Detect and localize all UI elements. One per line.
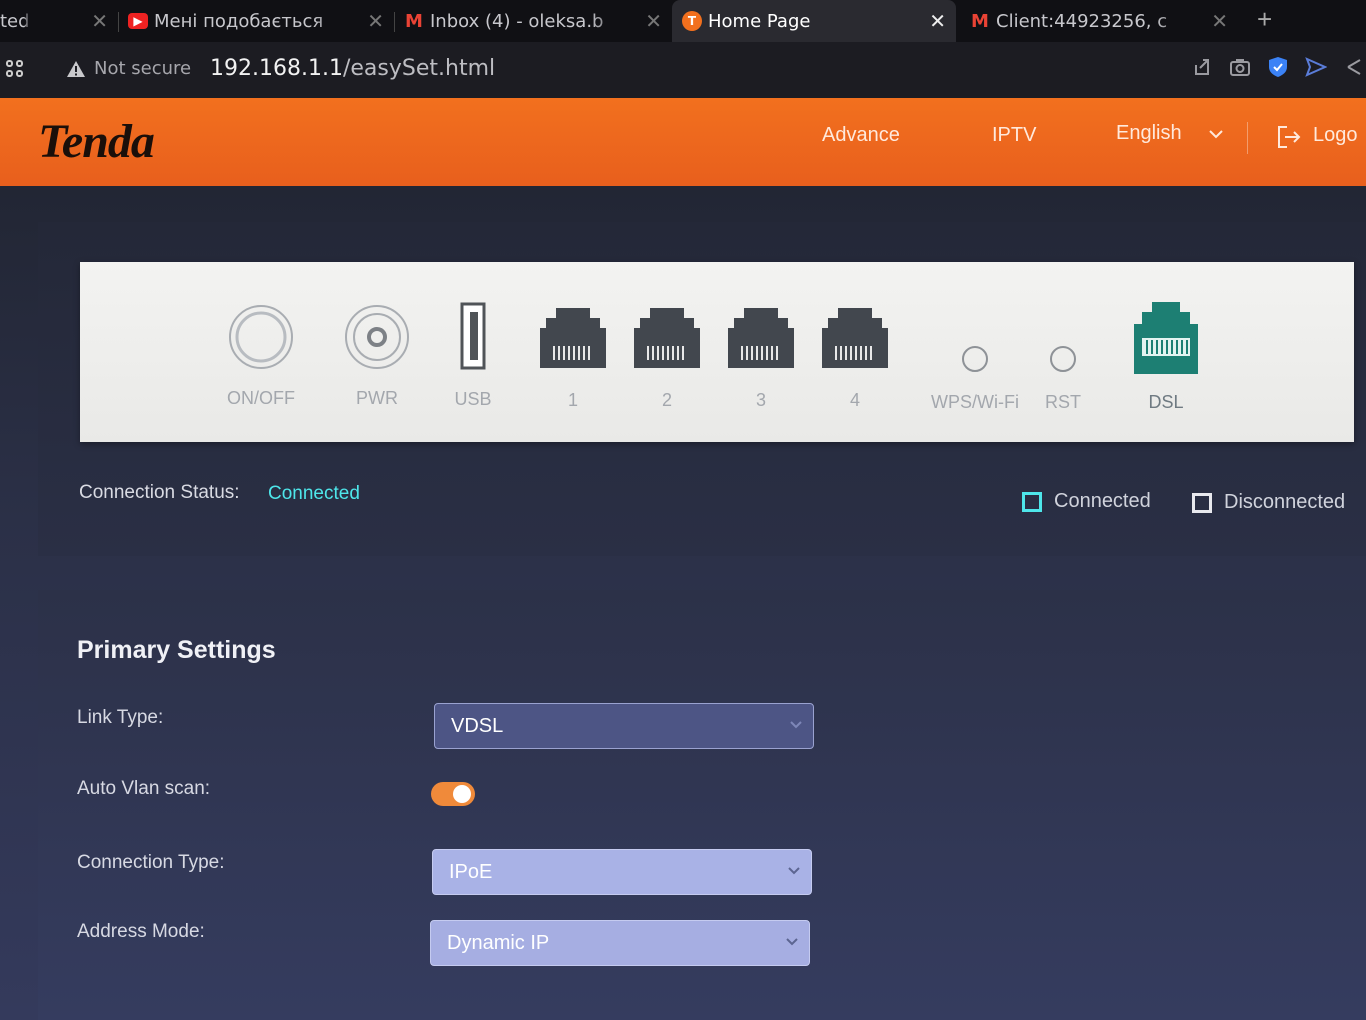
port-label: ON/OFF xyxy=(227,388,295,408)
youtube-icon: ▶ xyxy=(128,13,148,29)
usb-port-icon xyxy=(460,302,486,370)
url-path: /easySet.html xyxy=(342,56,496,81)
nav-iptv[interactable]: IPTV xyxy=(992,124,1036,147)
legend-label: Connected xyxy=(1054,490,1151,512)
browser-tab[interactable]: ted ✕ xyxy=(0,0,110,42)
device-port-panel: ON/OFF PWR USB 1 2 3 4 WPS/Wi-Fi RST DSL xyxy=(80,262,1354,442)
link-type-select[interactable]: VDSL xyxy=(434,703,814,749)
port-label: DSL xyxy=(1148,392,1184,412)
link-type-label: Link Type: xyxy=(77,707,164,728)
url-field[interactable]: 192.168.1.1/easySet.html xyxy=(210,56,495,81)
legend-label: Disconnected xyxy=(1224,491,1346,513)
connection-status-value: Connected xyxy=(268,483,360,504)
chevron-down-icon xyxy=(790,721,802,729)
browser-tab[interactable]: M Inbox (4) - oleksa.b ✕ xyxy=(404,0,668,42)
connected-swatch-icon xyxy=(1022,491,1042,512)
legend-disconnected: Disconnected xyxy=(1192,491,1345,514)
browser-tab-bar: ted ✕ ▶ Мені подобається ✕ M Inbox (4) -… xyxy=(0,0,1366,42)
language-selector[interactable]: English xyxy=(1116,122,1182,145)
disconnected-swatch-icon xyxy=(1192,492,1212,513)
port-label: RST xyxy=(1045,392,1081,412)
tenda-icon: T xyxy=(682,11,702,31)
connection-type-value: IPoE xyxy=(449,860,493,883)
close-icon[interactable]: ✕ xyxy=(1211,9,1228,33)
router-header: Tenda Advance IPTV English Logo xyxy=(0,98,1366,186)
nav-advance[interactable]: Advance xyxy=(822,124,900,147)
button-icon[interactable] xyxy=(960,344,990,374)
apps-grid-icon[interactable] xyxy=(6,60,26,80)
camera-icon[interactable] xyxy=(1228,54,1252,80)
extension-icon[interactable] xyxy=(1342,54,1366,80)
chevron-down-icon[interactable] xyxy=(1208,128,1224,140)
close-icon[interactable]: ✕ xyxy=(929,9,946,33)
address-mode-select[interactable]: Dynamic IP xyxy=(430,920,810,966)
tab-title: Client:44923256, c xyxy=(996,10,1168,32)
tab-title: Inbox (4) - oleksa.b xyxy=(430,10,604,32)
connection-type-select[interactable]: IPoE xyxy=(432,849,812,895)
close-icon[interactable]: ✕ xyxy=(367,9,384,33)
tab-title: ted xyxy=(0,10,30,32)
port-label: 3 xyxy=(755,390,767,410)
power-jack-icon xyxy=(345,305,409,369)
section-title: Primary Settings xyxy=(77,636,276,664)
warning-icon xyxy=(67,60,85,77)
button-icon[interactable] xyxy=(1048,344,1078,374)
toggle-knob xyxy=(453,785,471,803)
browser-tab-active[interactable]: T Home Page ✕ xyxy=(672,0,956,42)
lan-port-icon xyxy=(822,308,888,368)
new-tab-icon[interactable]: + xyxy=(1257,4,1272,35)
lan-port-icon xyxy=(728,308,794,368)
legend-connected: Connected xyxy=(1022,490,1151,513)
gmail-icon: M xyxy=(405,10,423,32)
lan-port-icon xyxy=(634,308,700,368)
auto-vlan-toggle[interactable] xyxy=(431,782,475,806)
port-label: WPS/Wi-Fi xyxy=(931,392,1019,412)
shield-icon[interactable] xyxy=(1266,54,1290,80)
tab-title: Мені подобається xyxy=(154,10,324,32)
port-label: 4 xyxy=(849,390,861,410)
address-bar: Not secure 192.168.1.1/easySet.html xyxy=(0,42,1366,98)
port-label: 2 xyxy=(661,390,673,410)
security-label: Not secure xyxy=(94,58,192,79)
connection-status-label: Connection Status: xyxy=(79,482,240,503)
nav-divider xyxy=(1247,122,1248,154)
browser-toolbar xyxy=(1190,54,1366,80)
tab-title: Home Page xyxy=(708,10,811,32)
address-mode-value: Dynamic IP xyxy=(447,931,550,954)
tab-divider xyxy=(118,12,119,32)
lan-port-icon xyxy=(540,308,606,368)
auto-vlan-label: Auto Vlan scan: xyxy=(77,778,211,799)
link-type-value: VDSL xyxy=(451,714,504,737)
connection-type-label: Connection Type: xyxy=(77,852,225,873)
power-button-icon xyxy=(229,305,293,369)
browser-tab[interactable]: ▶ Мені подобається ✕ xyxy=(128,0,390,42)
tab-divider xyxy=(394,12,395,32)
url-host: 192.168.1.1 xyxy=(210,56,343,81)
browser-tab[interactable]: M Client:44923256, c ✕ xyxy=(970,0,1234,42)
dsl-port-icon xyxy=(1134,302,1198,374)
logout-icon[interactable] xyxy=(1276,124,1302,150)
tenda-logo[interactable]: Tenda xyxy=(38,114,155,169)
logout-link[interactable]: Logo xyxy=(1313,124,1358,147)
address-mode-label: Address Mode: xyxy=(77,921,205,942)
share-icon[interactable] xyxy=(1190,54,1214,80)
port-label: USB xyxy=(454,389,492,409)
close-icon[interactable]: ✕ xyxy=(645,9,662,33)
chevron-down-icon xyxy=(788,867,800,875)
port-label: PWR xyxy=(356,388,398,408)
gmail-icon: M xyxy=(971,10,989,32)
chevron-down-icon xyxy=(786,938,798,946)
send-icon[interactable] xyxy=(1304,54,1328,80)
close-icon[interactable]: ✕ xyxy=(91,9,108,33)
security-indicator[interactable]: Not secure xyxy=(66,58,191,79)
port-label: 1 xyxy=(567,390,579,410)
